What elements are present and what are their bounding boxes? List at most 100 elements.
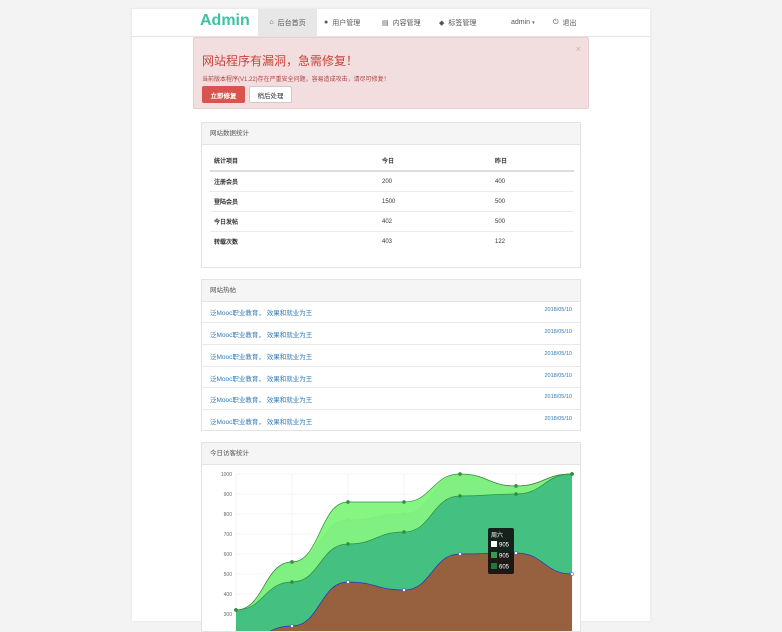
y-tick-label: 400 [224, 592, 233, 598]
y-tick-label: 900 [224, 492, 233, 498]
post-date: 2018/05/10 [544, 307, 572, 313]
visitors-panel: 今日访客统计 1000900800700600500400300200周六905… [201, 442, 581, 632]
header-today: 今日 [378, 151, 491, 172]
data-point [290, 624, 294, 628]
table-cell: 122 [491, 231, 574, 251]
admin-dropdown[interactable]: admin ▾ [511, 9, 535, 36]
tags-icon: ◆ [439, 19, 445, 27]
stats-table: 统计项目 今日 昨日 注册会员 200 400 登陆会员 1500 500 今日… [210, 151, 574, 251]
warning-alert: × 网站程序有漏洞，急需修复！ 当前版本程序(V1.22)存在严重安全问题，容易… [193, 37, 589, 109]
post-date: 2018/05/10 [544, 394, 572, 400]
post-date: 2018/05/10 [544, 373, 572, 379]
table-cell: 登陆会员 [210, 191, 378, 212]
data-point [346, 542, 350, 546]
data-point [234, 608, 238, 612]
data-point [570, 472, 574, 476]
data-point [290, 560, 294, 564]
nav-tags[interactable]: ◆ 标签管理 [439, 9, 476, 36]
post-link[interactable]: 泛Mooc职业教育， 效果和就业为王 [210, 416, 312, 426]
y-tick-label: 300 [224, 612, 233, 618]
tooltip-swatch [491, 563, 497, 569]
nav-users[interactable]: ● 用户管理 [324, 9, 360, 36]
post-date: 2018/05/10 [544, 351, 572, 357]
nav-tags-label: 标签管理 [448, 19, 477, 27]
table-cell: 403 [378, 231, 491, 251]
data-point [458, 472, 462, 476]
list-item[interactable]: 泛Mooc职业教育， 效果和就业为王 2018/05/10 [202, 301, 580, 322]
table-cell: 400 [491, 170, 574, 192]
post-link[interactable]: 泛Mooc职业教育， 效果和就业为王 [210, 307, 312, 317]
tooltip-value: 605 [499, 565, 510, 571]
table-cell: 200 [378, 170, 491, 192]
page-container: Admin ⌂ 后台首页 ● 用户管理 ▤ 内容管理 ◆ 标签管理 admin … [132, 9, 650, 632]
post-link[interactable]: 泛Mooc职业教育， 效果和就业为王 [210, 329, 312, 339]
post-link[interactable]: 泛Mooc职业教育， 效果和就业为王 [210, 373, 312, 383]
top-navbar: Admin ⌂ 后台首页 ● 用户管理 ▤ 内容管理 ◆ 标签管理 admin … [132, 9, 650, 37]
y-tick-label: 500 [224, 572, 233, 578]
visitors-area-chart: 1000900800700600500400300200周六905905605 [221, 472, 574, 631]
stats-panel: 网站数据统计 统计项目 今日 昨日 注册会员 200 400 登陆会员 1500… [201, 122, 581, 268]
tooltip-swatch [491, 552, 497, 558]
nav-logout[interactable]: ⏻ 退出 [553, 9, 577, 36]
table-row: 注册会员 200 400 [210, 170, 574, 192]
y-tick-label: 600 [224, 552, 233, 558]
data-point [514, 484, 518, 488]
data-point [402, 500, 406, 504]
alert-text: 当前版本程序(V1.22)存在严重安全问题，容易造成攻击，请尽可修复！ [202, 77, 390, 83]
data-point [514, 551, 518, 555]
y-tick-label: 700 [224, 532, 233, 538]
header-yesterday: 昨日 [491, 151, 574, 172]
power-icon: ⏻ [553, 18, 559, 26]
table-cell: 注册会员 [210, 170, 378, 192]
table-row: 登陆会员 1500 500 [210, 191, 574, 212]
admin-label: admin [511, 19, 531, 26]
nav-home-label: 后台首页 [277, 19, 306, 27]
tooltip-swatch [491, 541, 497, 547]
data-point [458, 494, 462, 498]
list-item[interactable]: 泛Mooc职业教育， 效果和就业为王 2018/05/10 [202, 344, 580, 365]
table-row: 转载次数 403 122 [210, 231, 574, 251]
post-date: 2018/05/10 [544, 329, 572, 335]
nav-home[interactable]: ⌂ 后台首页 [258, 9, 317, 36]
user-icon: ● [324, 19, 329, 26]
post-date: 2018/05/10 [544, 416, 572, 422]
list-icon: ▤ [382, 19, 389, 27]
tooltip-value: 905 [499, 554, 510, 560]
tooltip-label: 周六 [491, 531, 503, 539]
visitors-panel-title: 今日访客统计 [202, 443, 580, 465]
header-item: 统计项目 [210, 151, 378, 172]
table-cell: 今日发帖 [210, 211, 378, 232]
table-cell: 500 [491, 191, 574, 212]
table-cell: 1500 [378, 191, 491, 212]
post-link[interactable]: 泛Mooc职业教育， 效果和就业为王 [210, 351, 312, 361]
brand-logo[interactable]: Admin [200, 12, 250, 30]
list-item[interactable]: 泛Mooc职业教育， 效果和就业为王 2018/05/10 [202, 409, 580, 430]
y-tick-label: 1000 [221, 472, 232, 478]
fix-now-button[interactable]: 立即修复 [202, 86, 245, 103]
hot-posts-panel: 网站热帖 泛Mooc职业教育， 效果和就业为王 2018/05/10 泛Mooc… [201, 279, 581, 431]
data-point [402, 588, 406, 592]
table-header-row: 统计项目 今日 昨日 [210, 151, 574, 172]
list-item[interactable]: 泛Mooc职业教育， 效果和就业为王 2018/05/10 [202, 322, 580, 343]
table-cell: 500 [491, 211, 574, 232]
close-icon[interactable]: × [576, 44, 581, 54]
data-point [514, 492, 518, 496]
data-point [290, 580, 294, 584]
nav-content[interactable]: ▤ 内容管理 [382, 9, 421, 36]
table-cell: 转载次数 [210, 231, 378, 251]
data-point [458, 552, 462, 556]
list-item[interactable]: 泛Mooc职业教育， 效果和就业为王 2018/05/10 [202, 366, 580, 387]
home-icon: ⌂ [269, 19, 274, 26]
post-link[interactable]: 泛Mooc职业教育， 效果和就业为王 [210, 394, 312, 404]
caret-down-icon: ▾ [532, 19, 535, 26]
table-cell: 402 [378, 211, 491, 232]
nav-content-label: 内容管理 [392, 19, 421, 27]
stats-panel-title: 网站数据统计 [202, 123, 580, 145]
data-point [346, 500, 350, 504]
later-button[interactable]: 稍后处理 [249, 86, 292, 103]
data-point [346, 580, 350, 584]
nav-users-label: 用户管理 [332, 19, 361, 27]
list-item[interactable]: 泛Mooc职业教育， 效果和就业为王 2018/05/10 [202, 387, 580, 408]
tooltip-value: 905 [499, 543, 510, 549]
data-point [402, 530, 406, 534]
